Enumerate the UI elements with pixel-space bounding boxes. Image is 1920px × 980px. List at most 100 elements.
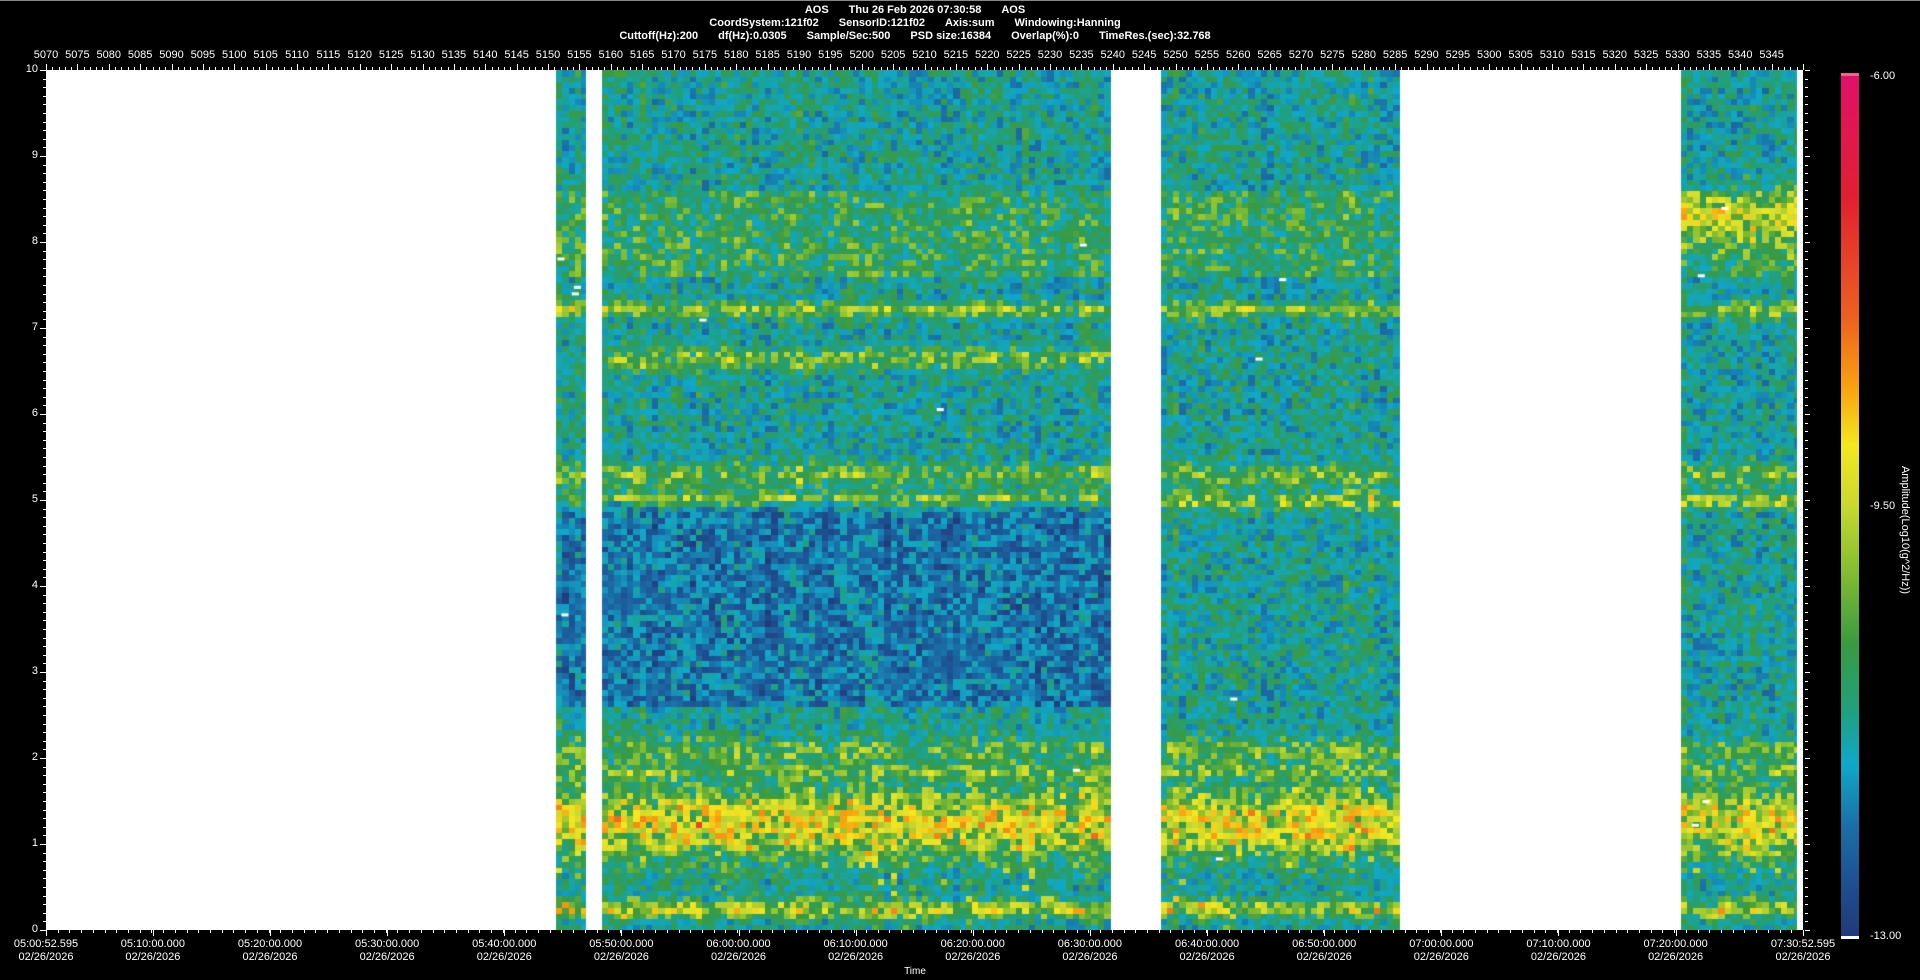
y-tick-right bbox=[1805, 362, 1808, 364]
record-tick bbox=[1595, 67, 1597, 70]
y-tick bbox=[43, 164, 46, 166]
y-tick-label: 8 bbox=[31, 235, 38, 247]
record-label: 5340 bbox=[1728, 49, 1753, 61]
x-minor-tick bbox=[1486, 930, 1488, 933]
record-tick bbox=[598, 67, 600, 70]
x-minor-tick bbox=[373, 930, 375, 933]
y-tick bbox=[43, 302, 46, 304]
y-tick-right bbox=[1805, 147, 1808, 149]
y-tick bbox=[43, 276, 46, 278]
record-tick bbox=[1451, 67, 1453, 70]
record-tick bbox=[1445, 67, 1447, 70]
y-tick-right bbox=[1805, 500, 1810, 501]
record-label: 5145 bbox=[504, 49, 529, 61]
spectrogram-plot[interactable] bbox=[46, 70, 1803, 930]
record-tick bbox=[328, 64, 330, 70]
y-tick bbox=[40, 414, 46, 415]
y-tick-right bbox=[1805, 474, 1808, 476]
colorbar bbox=[1841, 76, 1859, 936]
x-minor-tick bbox=[1041, 930, 1043, 933]
x-minor-tick bbox=[1639, 930, 1640, 933]
y-tick-label: 1 bbox=[31, 837, 38, 849]
record-tick bbox=[1658, 67, 1660, 70]
record-tick bbox=[955, 64, 957, 70]
y-tick-right bbox=[1805, 766, 1808, 768]
record-tick bbox=[1231, 67, 1233, 70]
record-tick bbox=[240, 67, 242, 70]
x-minor-tick bbox=[678, 930, 680, 933]
y-tick-right bbox=[1805, 818, 1808, 820]
record-label: 5170 bbox=[661, 49, 686, 61]
record-tick bbox=[642, 64, 644, 70]
record-tick bbox=[1733, 67, 1735, 70]
record-tick bbox=[987, 64, 989, 70]
y-tick-right bbox=[1805, 224, 1808, 226]
x-minor-tick bbox=[901, 930, 903, 933]
x-minor-tick bbox=[584, 930, 586, 933]
record-tick bbox=[1526, 67, 1528, 70]
y-tick bbox=[40, 672, 46, 673]
y-tick bbox=[43, 818, 46, 820]
record-tick bbox=[723, 67, 725, 70]
y-tick bbox=[43, 87, 46, 89]
y-tick bbox=[43, 405, 46, 407]
x-minor-tick bbox=[1240, 930, 1242, 933]
record-tick bbox=[1765, 67, 1767, 70]
record-tick bbox=[1784, 67, 1786, 70]
record-tick bbox=[1708, 64, 1710, 70]
record-tick bbox=[1533, 67, 1535, 70]
y-tick bbox=[43, 121, 46, 123]
x-tick-label-time: 06:50:00.000 bbox=[1292, 938, 1357, 950]
record-tick bbox=[635, 67, 637, 70]
record-tick bbox=[1200, 67, 1202, 70]
record-tick bbox=[729, 67, 731, 70]
y-tick bbox=[43, 431, 46, 433]
y-tick bbox=[43, 792, 46, 794]
y-tick-right bbox=[1805, 70, 1810, 71]
record-label: 5310 bbox=[1539, 49, 1565, 61]
y-tick-right bbox=[1805, 749, 1808, 751]
record-tick bbox=[190, 67, 192, 70]
x-minor-tick bbox=[233, 930, 235, 933]
x-minor-tick bbox=[1627, 930, 1629, 933]
record-label: 5290 bbox=[1414, 49, 1439, 61]
x-minor-tick bbox=[1533, 930, 1535, 933]
psd-size: PSD size:16384 bbox=[910, 30, 992, 42]
record-tick bbox=[96, 67, 98, 70]
y-tick-right bbox=[1805, 689, 1808, 691]
record-tick bbox=[648, 67, 650, 70]
record-tick bbox=[1413, 67, 1415, 70]
x-major-tick bbox=[855, 930, 857, 936]
y-tick bbox=[43, 732, 46, 734]
record-tick bbox=[322, 67, 324, 70]
record-tick bbox=[1313, 67, 1315, 70]
y-tick-label: 2 bbox=[31, 751, 38, 763]
x-minor-tick bbox=[104, 930, 106, 933]
record-tick bbox=[686, 67, 688, 70]
record-tick bbox=[1012, 67, 1014, 70]
record-tick bbox=[1752, 67, 1754, 70]
record-tick bbox=[1156, 67, 1158, 70]
record-tick bbox=[89, 67, 91, 70]
y-tick bbox=[43, 216, 46, 218]
x-minor-tick bbox=[1603, 930, 1605, 933]
x-minor-tick bbox=[1732, 930, 1734, 933]
x-minor-tick bbox=[1158, 930, 1160, 933]
x-tick-label-date: 02/26/2026 bbox=[945, 951, 1001, 963]
x-minor-tick bbox=[1076, 930, 1078, 933]
record-label: 5125 bbox=[378, 49, 404, 61]
y-tick-right bbox=[1805, 164, 1808, 166]
record-label: 5280 bbox=[1351, 49, 1376, 61]
record-label: 5115 bbox=[316, 49, 341, 61]
record-tick bbox=[1564, 67, 1566, 70]
x-tick-label-time: 05:40:00.000 bbox=[472, 938, 537, 950]
record-tick bbox=[1376, 67, 1378, 70]
record-label: 5305 bbox=[1508, 49, 1533, 61]
x-minor-tick bbox=[830, 930, 832, 933]
x-minor-tick bbox=[936, 930, 938, 933]
record-tick bbox=[824, 67, 826, 70]
y-tick-right bbox=[1805, 603, 1808, 605]
x-minor-tick bbox=[256, 930, 258, 933]
record-tick bbox=[202, 64, 204, 70]
record-tick bbox=[1062, 67, 1064, 70]
